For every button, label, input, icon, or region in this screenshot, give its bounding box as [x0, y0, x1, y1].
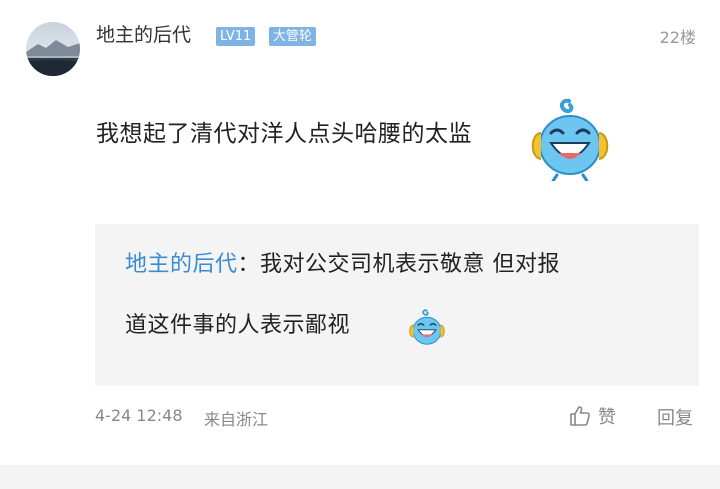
floor-divider — [0, 465, 720, 489]
laughing-emoji-icon — [409, 309, 445, 345]
thumbs-up-icon — [570, 406, 590, 426]
post-source: 来自浙江 — [204, 410, 269, 429]
landscape-avatar-image — [26, 22, 80, 76]
quote-text-1: 我对公交司机表示敬意 但对报 — [260, 252, 561, 277]
avatar[interactable] — [26, 22, 80, 76]
laughing-emoji-icon — [531, 98, 609, 181]
quote-separator: ： — [237, 252, 261, 277]
quote-line-1: 地主的后代：我对公交司机表示敬意 但对报 — [125, 250, 560, 280]
level-badge: LV11 — [216, 27, 256, 46]
post-floor: 地主的后代 LV11 大管轮 22楼 我想起了清代对洋人点头哈腰的太监 地主的后… — [0, 0, 720, 465]
title-badge: 大管轮 — [269, 27, 317, 46]
like-button[interactable]: 赞 — [568, 402, 616, 430]
quote-author[interactable]: 地主的后代 — [125, 252, 238, 277]
like-label: 赞 — [598, 407, 616, 428]
username[interactable]: 地主的后代 — [96, 22, 191, 48]
floor-number: 22楼 — [659, 28, 696, 47]
quoted-reply[interactable]: 地主的后代：我对公交司机表示敬意 但对报 道这件事的人表示鄙视 — [95, 224, 699, 386]
post-time: 4-24 12:48 — [95, 406, 183, 425]
reply-button[interactable]: 回复 — [657, 404, 693, 430]
quote-line-2: 道这件事的人表示鄙视 — [125, 313, 351, 338]
post-content: 我想起了清代对洋人点头哈腰的太监 — [96, 121, 472, 147]
